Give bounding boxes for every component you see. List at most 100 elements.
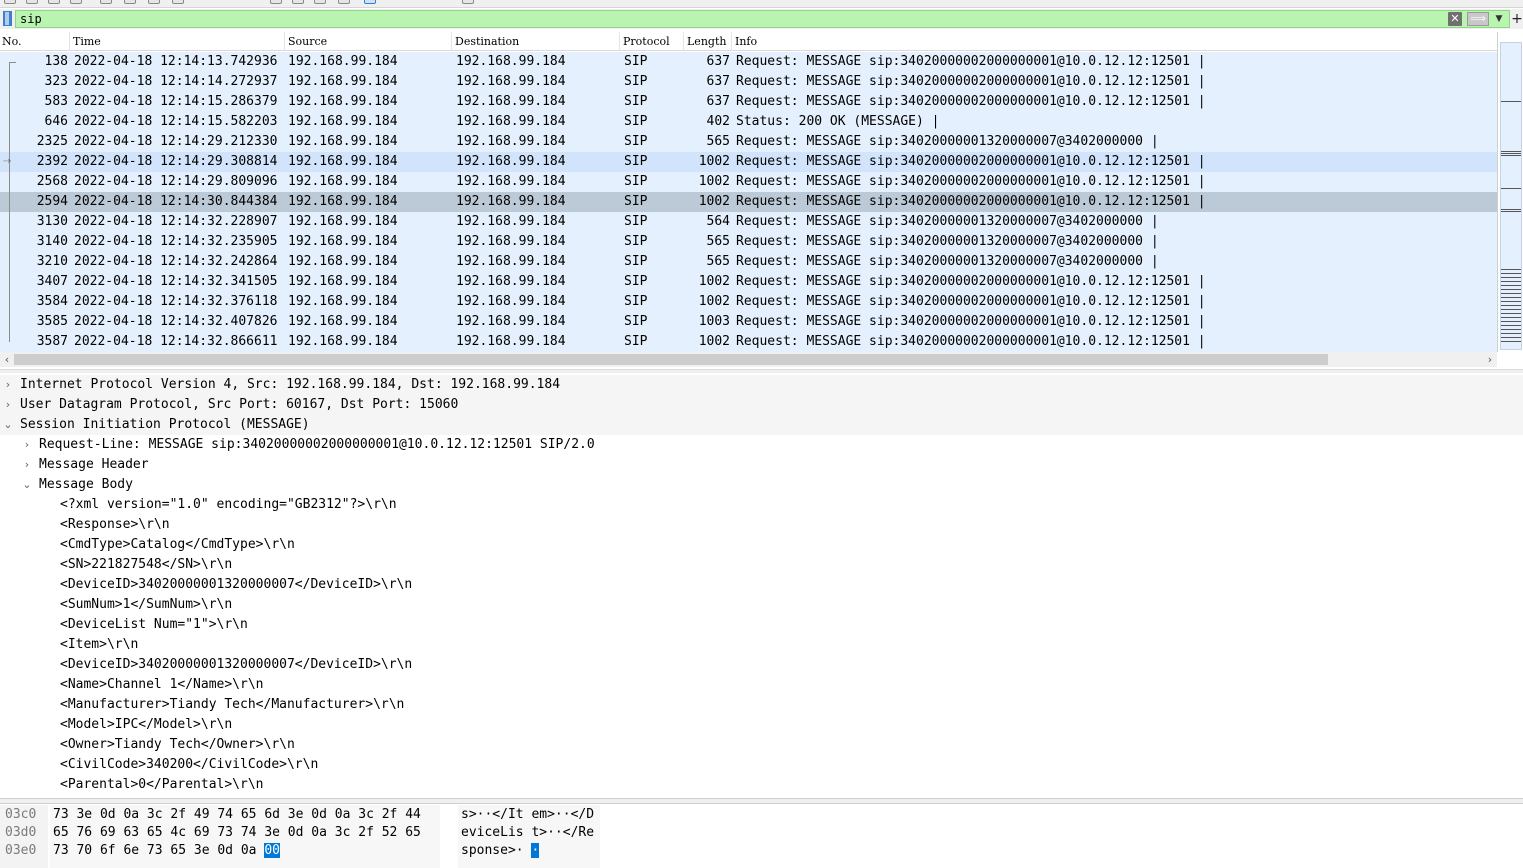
detail-field[interactable]: <CmdType>Catalog</CmdType>\r\n xyxy=(0,535,1523,555)
chevron-left-icon[interactable]: ‹ xyxy=(0,352,14,367)
packet-info: Request: MESSAGE sip:3402000000200000000… xyxy=(736,274,1206,289)
selected-byte[interactable]: 00 xyxy=(264,843,280,858)
column-header-destination[interactable]: Destination xyxy=(453,32,620,51)
detail-field[interactable]: <Parental>0</Parental>\r\n xyxy=(0,775,1523,795)
packet-list: No. Time Source Destination Protocol Len… xyxy=(0,32,1523,368)
toolbar-button[interactable] xyxy=(270,0,282,4)
arrow-right-icon[interactable]: ⟹ xyxy=(1467,12,1489,26)
packet-row[interactable]: 3210 2022-04-18 12:14:32.242864 192.168.99… xyxy=(0,252,1497,272)
detail-field[interactable]: <Model>IPC</Model>\r\n xyxy=(0,715,1523,735)
bytes-hex[interactable]: 73 3e 0d 0a 3c 2f 49 74 65 6d 3e 0d 0a 3… xyxy=(53,806,421,824)
display-filter-input[interactable]: sip xyxy=(15,10,1510,28)
packet-minimap[interactable] xyxy=(1500,42,1522,350)
bytes-ascii[interactable]: sponse>· · xyxy=(461,842,540,860)
chevron-down-icon[interactable]: ▼ xyxy=(1492,12,1506,26)
packet-number: 2568 xyxy=(36,174,68,189)
detail-field[interactable]: <SumNum>1</SumNum>\r\n xyxy=(0,595,1523,615)
toolbar-button[interactable] xyxy=(26,0,38,4)
detail-field[interactable]: <DeviceID>34020000001320000007</DeviceID… xyxy=(0,575,1523,595)
pane-splitter[interactable] xyxy=(0,369,1523,373)
detail-subtree[interactable]: ⌄ Message Body xyxy=(0,475,1523,495)
column-header-protocol[interactable]: Protocol xyxy=(621,32,684,51)
detail-field[interactable]: <Name>Channel 1</Name>\r\n xyxy=(0,675,1523,695)
selected-byte-ascii[interactable]: · xyxy=(531,843,540,858)
packet-list-header: No. Time Source Destination Protocol Len… xyxy=(0,32,1497,51)
detail-field[interactable]: <DeviceID>34020000001320000007</DeviceID… xyxy=(0,655,1523,675)
bookmark-icon[interactable] xyxy=(2,11,13,26)
toolbar-button[interactable] xyxy=(314,0,326,4)
column-header-source[interactable]: Source xyxy=(286,32,452,51)
packet-row[interactable]: 646 2022-04-18 12:14:15.582203 192.168.99.… xyxy=(0,112,1497,132)
packet-row[interactable]: 3585 2022-04-18 12:14:32.407826 192.168.99… xyxy=(0,312,1497,332)
detail-subtree[interactable]: ⌄ Session Initiation Protocol (MESSAGE) xyxy=(0,415,1523,435)
detail-field[interactable]: <Item>\r\n xyxy=(0,635,1523,655)
detail-subtree[interactable]: › User Datagram Protocol, Src Port: 60167… xyxy=(0,395,1523,415)
chevron-right-icon[interactable]: › xyxy=(2,395,14,415)
bytes-ascii[interactable]: eviceLis t>··</Re xyxy=(461,824,594,842)
detail-field[interactable]: <Response>\r\n xyxy=(0,515,1523,535)
packet-row[interactable]: 2594 2022-04-18 12:14:30.844384 192.168.99… xyxy=(0,192,1497,212)
packet-list-rows: 138 2022-04-18 12:14:13.742936 192.168.99.… xyxy=(0,52,1497,352)
detail-field[interactable]: <CivilCode>340200</CivilCode>\r\n xyxy=(0,755,1523,775)
horizontal-scrollbar[interactable]: ‹ › xyxy=(0,352,1497,367)
close-icon[interactable]: ✕ xyxy=(1448,12,1462,26)
detail-label: User Datagram Protocol, Src Port: 60167,… xyxy=(20,397,459,412)
packet-row[interactable]: 583 2022-04-18 12:14:15.286379 192.168.99.… xyxy=(0,92,1497,112)
chevron-down-icon[interactable]: ⌄ xyxy=(21,475,33,495)
bytes-hex[interactable]: 65 76 69 63 65 4c 69 73 74 3e 0d 0a 3c 2… xyxy=(53,824,421,842)
toolbar-button[interactable] xyxy=(364,0,376,4)
packet-time: 2022-04-18 12:14:14.272937 xyxy=(74,74,278,89)
detail-field[interactable]: <SN>221827548</SN>\r\n xyxy=(0,555,1523,575)
packet-time: 2022-04-18 12:14:32.235905 xyxy=(74,234,278,249)
packet-row[interactable]: 138 2022-04-18 12:14:13.742936 192.168.99.… xyxy=(0,52,1497,72)
toolbar-button[interactable] xyxy=(172,0,184,4)
packet-row[interactable]: 3130 2022-04-18 12:14:32.228907 192.168.99… xyxy=(0,212,1497,232)
detail-subtree[interactable]: › Internet Protocol Version 4, Src: 192.1… xyxy=(0,375,1523,395)
scrollbar-thumb[interactable] xyxy=(14,354,1328,365)
packet-row[interactable]: 3407 2022-04-18 12:14:32.341505 192.168.99… xyxy=(0,272,1497,292)
chevron-right-icon[interactable]: › xyxy=(2,375,14,395)
packet-protocol: SIP xyxy=(624,334,648,349)
column-header-time[interactable]: Time xyxy=(71,32,285,51)
toolbar-button[interactable] xyxy=(148,0,160,4)
packet-number: 3407 xyxy=(36,274,68,289)
packet-time: 2022-04-18 12:14:32.228907 xyxy=(74,214,278,229)
packet-destination: 192.168.99.184 xyxy=(456,174,566,189)
bytes-hex[interactable]: 73 70 6f 6e 73 65 3e 0d 0a 00 xyxy=(53,842,280,860)
detail-subtree[interactable]: › Request-Line: MESSAGE sip:3402000000200… xyxy=(0,435,1523,455)
column-header-info[interactable]: Info xyxy=(733,32,1497,51)
packet-number: 323 xyxy=(44,74,68,89)
toolbar-button[interactable] xyxy=(462,0,474,4)
column-header-no[interactable]: No. xyxy=(0,32,70,51)
detail-field[interactable]: <?xml version="1.0" encoding="GB2312"?>\… xyxy=(0,495,1523,515)
chevron-down-icon[interactable]: ⌄ xyxy=(2,415,14,435)
packet-row[interactable]: 3140 2022-04-18 12:14:32.235905 192.168.99… xyxy=(0,232,1497,252)
bytes-ascii[interactable]: s>··</It em>··</D xyxy=(461,806,594,824)
toolbar-button[interactable] xyxy=(124,0,136,4)
toolbar-button[interactable] xyxy=(100,0,112,4)
packet-length: 1002 xyxy=(698,174,730,189)
packet-row[interactable]: 2392 2022-04-18 12:14:29.308814 192.168.99… xyxy=(0,152,1497,172)
column-header-length[interactable]: Length xyxy=(685,32,732,51)
packet-source: 192.168.99.184 xyxy=(288,114,398,129)
chevron-right-icon[interactable]: › xyxy=(21,435,33,455)
pane-splitter[interactable] xyxy=(0,798,1523,804)
chevron-right-icon[interactable]: › xyxy=(1483,352,1497,367)
packet-row[interactable]: 323 2022-04-18 12:14:14.272937 192.168.99.… xyxy=(0,72,1497,92)
toolbar-button[interactable] xyxy=(338,0,350,4)
toolbar-button[interactable] xyxy=(48,0,60,4)
detail-field[interactable]: <Manufacturer>Tiandy Tech</Manufacturer>… xyxy=(0,695,1523,715)
toolbar-button[interactable] xyxy=(4,0,16,4)
packet-row[interactable]: 3584 2022-04-18 12:14:32.376118 192.168.99… xyxy=(0,292,1497,312)
toolbar-button[interactable] xyxy=(70,0,82,4)
detail-subtree[interactable]: › Message Header xyxy=(0,455,1523,475)
packet-row[interactable]: 3587 2022-04-18 12:14:32.866611 192.168.99… xyxy=(0,332,1497,352)
detail-field[interactable]: <Owner>Tiandy Tech</Owner>\r\n xyxy=(0,735,1523,755)
chevron-right-icon[interactable]: › xyxy=(21,455,33,475)
toolbar-button[interactable] xyxy=(292,0,304,4)
packet-row[interactable]: 2325 2022-04-18 12:14:29.212330 192.168.99… xyxy=(0,132,1497,152)
plus-icon[interactable]: + xyxy=(1511,10,1523,28)
packet-row[interactable]: 2568 2022-04-18 12:14:29.809096 192.168.99… xyxy=(0,172,1497,192)
packet-length: 565 xyxy=(706,234,730,249)
detail-field[interactable]: <DeviceList Num="1">\r\n xyxy=(0,615,1523,635)
